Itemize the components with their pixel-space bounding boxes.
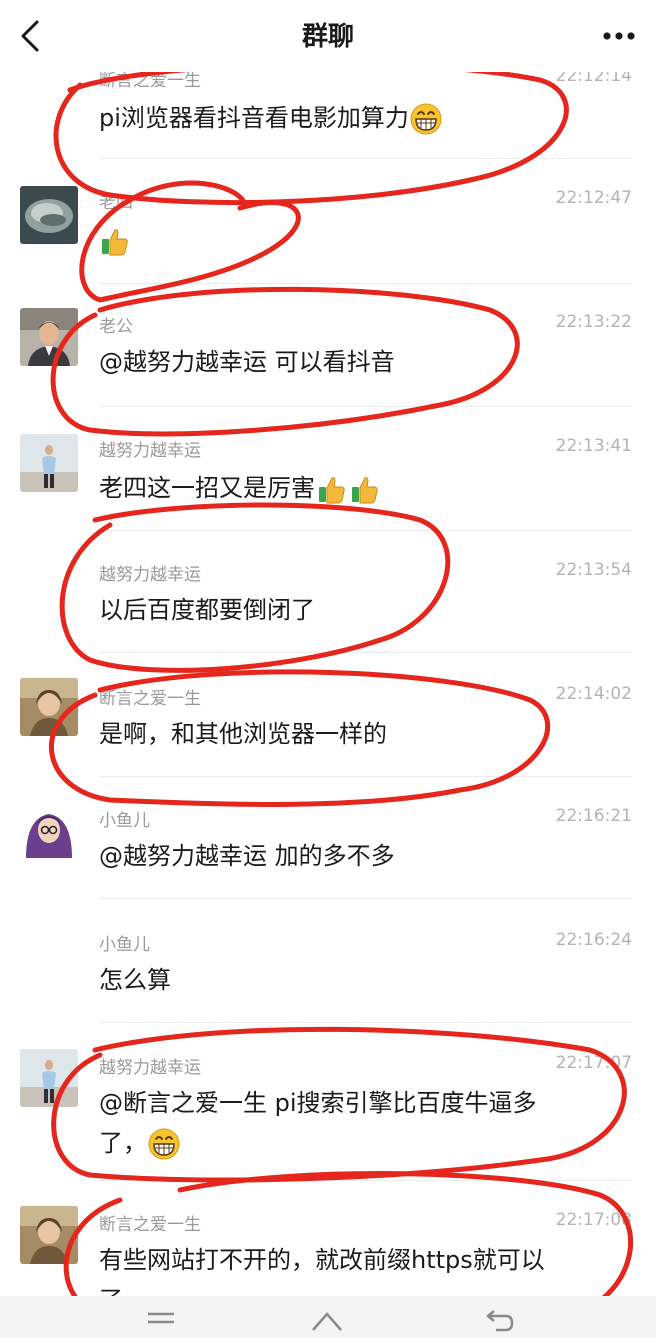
message-text[interactable] — [99, 220, 131, 260]
message-time: 22:17:08 — [555, 1210, 632, 1230]
sender-name[interactable]: 小鱼儿 — [99, 806, 150, 831]
message-time: 22:13:22 — [555, 312, 632, 332]
avatar[interactable] — [20, 308, 78, 366]
message-item: 小鱼儿 22:16:21 @越努力越幸运 加的多不多 — [0, 800, 656, 896]
sender-name[interactable]: 小鱼儿 — [99, 930, 150, 955]
message-item: 老公 22:13:22 @越努力越幸运 可以看抖音 — [0, 308, 656, 402]
nav-home-button[interactable] — [310, 1310, 344, 1336]
divider — [99, 406, 632, 407]
message-time: 22:17:07 — [555, 1053, 632, 1073]
message-text[interactable]: @断言之爱一生 pi搜索引擎比百度牛逼多 了， — [99, 1083, 537, 1163]
divider — [99, 776, 632, 777]
grin-emoji-icon — [410, 103, 442, 135]
avatar-image-icon — [20, 678, 78, 736]
avatar[interactable] — [20, 1049, 78, 1107]
avatar-image-icon — [20, 434, 78, 492]
message-time: 22:12:47 — [555, 188, 632, 208]
avatar-image-icon — [20, 1049, 78, 1107]
message-item: 断言之爱一生 22:12:14 pi浏览器看抖音看电影加算力 — [0, 66, 656, 156]
message-text[interactable]: 怎么算 — [99, 960, 171, 1000]
message-text[interactable]: 是啊，和其他浏览器一样的 — [99, 714, 387, 754]
divider — [99, 283, 632, 284]
sender-name[interactable]: 越努力越幸运 — [99, 1053, 201, 1078]
sender-name[interactable]: 越努力越幸运 — [99, 560, 201, 585]
divider — [99, 1180, 632, 1181]
thumbs-up-emoji-icon — [316, 473, 348, 505]
message-text[interactable]: @越努力越幸运 加的多不多 — [99, 836, 395, 876]
avatar-image-icon — [20, 186, 78, 244]
message-text[interactable]: 老四这一招又是厉害 — [99, 468, 381, 508]
message-item: 越努力越幸运 22:13:54 以后百度都要倒闭了 — [0, 560, 656, 650]
avatar[interactable] — [20, 186, 78, 244]
message-time: 22:13:54 — [555, 560, 632, 580]
divider — [99, 158, 632, 159]
avatar-image-icon — [20, 1206, 78, 1264]
message-text-line: 了， — [99, 1123, 537, 1163]
divider — [99, 530, 632, 531]
avatar[interactable] — [20, 800, 78, 858]
sender-name[interactable]: 老公 — [99, 312, 133, 337]
message-item: 越努力越幸运 22:17:07 @断言之爱一生 pi搜索引擎比百度牛逼多 了， — [0, 1049, 656, 1173]
message-list[interactable]: 断言之爱一生 22:12:14 pi浏览器看抖音看电影加算力 老四 22:12:… — [0, 0, 656, 1338]
more-button[interactable] — [596, 20, 642, 52]
divider — [99, 652, 632, 653]
avatar-image-icon — [20, 800, 78, 858]
message-item: 越努力越幸运 22:13:41 老四这一招又是厉害 — [0, 434, 656, 526]
divider — [99, 898, 632, 899]
message-text-line: @断言之爱一生 pi搜索引擎比百度牛逼多 — [99, 1089, 537, 1117]
message-text[interactable]: @越努力越幸运 可以看抖音 — [99, 342, 395, 382]
message-item: 老四 22:12:47 — [0, 186, 656, 278]
nav-back-button[interactable] — [482, 1310, 516, 1336]
page-title: 群聊 — [301, 22, 354, 52]
sender-name[interactable]: 断言之爱一生 — [99, 1210, 201, 1235]
thumbs-up-emoji-icon — [99, 225, 131, 257]
nav-menu-button[interactable] — [146, 1310, 176, 1334]
message-text[interactable]: 以后百度都要倒闭了 — [99, 590, 315, 630]
avatar[interactable] — [20, 1206, 78, 1264]
sender-name[interactable]: 越努力越幸运 — [99, 436, 201, 461]
avatar[interactable] — [20, 678, 78, 736]
return-arrow-icon — [486, 1310, 514, 1332]
message-time: 22:13:41 — [555, 436, 632, 456]
sender-name[interactable]: 断言之爱一生 — [99, 684, 201, 709]
avatar[interactable] — [20, 434, 78, 492]
message-time: 22:14:02 — [555, 684, 632, 704]
system-nav-bar — [0, 1296, 656, 1338]
divider — [99, 1022, 632, 1023]
home-icon — [312, 1312, 342, 1331]
top-bar: 群聊 — [0, 0, 656, 72]
grin-emoji-icon — [148, 1128, 180, 1160]
menu-lines-icon — [148, 1312, 174, 1324]
message-text-line: 有些网站打不开的，就改前缀https就可以 — [99, 1246, 545, 1274]
thumbs-up-emoji-icon — [349, 473, 381, 505]
message-item: 断言之爱一生 22:14:02 是啊，和其他浏览器一样的 — [0, 678, 656, 774]
sender-name[interactable]: 老四 — [99, 188, 133, 213]
message-text-content: pi浏览器看抖音看电影加算力 — [99, 104, 409, 132]
message-item: 小鱼儿 22:16:24 怎么算 — [0, 930, 656, 1020]
message-time: 22:16:21 — [555, 806, 632, 826]
avatar-image-icon — [20, 308, 78, 366]
message-time: 22:16:24 — [555, 930, 632, 950]
more-dots-icon — [603, 32, 635, 40]
message-text-content: 老四这一招又是厉害 — [99, 474, 315, 502]
message-text[interactable]: pi浏览器看抖音看电影加算力 — [99, 98, 442, 138]
message-text-content: 了， — [99, 1129, 147, 1157]
